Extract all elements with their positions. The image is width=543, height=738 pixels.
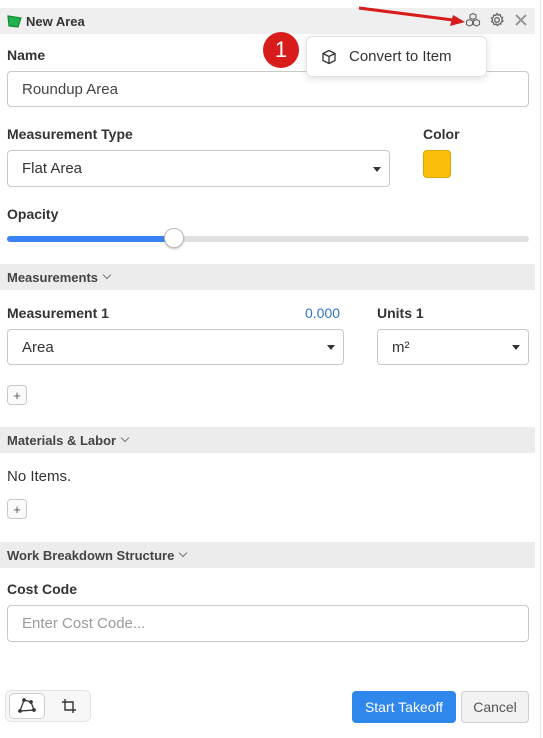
panel-title: New Area bbox=[26, 13, 85, 29]
polygon-tool-icon bbox=[18, 698, 36, 713]
crop-tool-icon bbox=[62, 699, 76, 713]
chevron-down-icon bbox=[179, 548, 188, 558]
convert-to-item-menu-item[interactable]: Convert to Item bbox=[349, 48, 452, 65]
opacity-slider-handle[interactable] bbox=[164, 228, 185, 248]
wbs-section-header[interactable]: Work Breakdown Structure bbox=[0, 542, 535, 568]
name-label: Name bbox=[7, 47, 46, 63]
section-title: Measurements bbox=[7, 269, 99, 285]
measurement-type-select[interactable]: Flat Area bbox=[7, 150, 390, 187]
measurement-1-label: Measurement 1 bbox=[7, 305, 109, 321]
close-icon[interactable] bbox=[513, 12, 529, 28]
measurement-1-select[interactable]: Area bbox=[7, 329, 344, 365]
measurement-1-type: Area bbox=[22, 338, 54, 356]
cube-icon bbox=[321, 48, 339, 66]
crop-tool-button[interactable] bbox=[51, 693, 87, 719]
cost-code-label: Cost Code bbox=[7, 581, 77, 597]
cancel-button[interactable]: Cancel bbox=[461, 691, 529, 723]
start-takeoff-button[interactable]: Start Takeoff bbox=[352, 691, 456, 723]
color-label: Color bbox=[423, 126, 460, 142]
measurement-type-value: Flat Area bbox=[22, 160, 83, 177]
cost-code-input[interactable]: Enter Cost Code... bbox=[7, 605, 529, 642]
tool-switcher bbox=[5, 690, 91, 722]
chevron-down-icon bbox=[102, 270, 112, 280]
units-1-label: Units 1 bbox=[377, 305, 424, 321]
opacity-slider[interactable] bbox=[7, 236, 529, 242]
section-title: Materials & Labor bbox=[7, 432, 117, 448]
measurement-type-label: Measurement Type bbox=[7, 126, 133, 142]
measurements-section-header[interactable]: Measurements bbox=[0, 264, 535, 290]
chevron-down-icon bbox=[373, 166, 381, 172]
area-editor-panel: New Area Name Roundup Area Measurement T… bbox=[0, 0, 541, 738]
opacity-slider-fill bbox=[7, 236, 175, 242]
no-items-text: No Items. bbox=[7, 468, 72, 485]
add-material-button[interactable]: + bbox=[7, 499, 27, 519]
chevron-down-icon bbox=[327, 345, 335, 350]
color-swatch[interactable] bbox=[423, 150, 451, 178]
polygon-area-icon bbox=[7, 14, 22, 28]
measurement-1-value: 0.000 bbox=[305, 305, 341, 321]
annotation-arrow-icon bbox=[358, 6, 465, 26]
units-1-value: m² bbox=[392, 338, 410, 356]
materials-section-header[interactable]: Materials & Labor bbox=[0, 427, 535, 453]
chevron-down-icon bbox=[120, 433, 130, 443]
step-badge: 1 bbox=[263, 32, 299, 68]
context-menu: Convert to Item bbox=[306, 36, 487, 77]
cost-code-placeholder: Enter Cost Code... bbox=[22, 615, 146, 632]
polygon-tool-button[interactable] bbox=[9, 693, 45, 719]
section-title: Work Breakdown Structure bbox=[7, 547, 175, 563]
chevron-down-icon bbox=[512, 345, 520, 350]
add-measurement-button[interactable]: + bbox=[7, 385, 27, 405]
gear-icon[interactable] bbox=[489, 12, 505, 28]
units-1-select[interactable]: m² bbox=[377, 329, 529, 365]
opacity-label: Opacity bbox=[7, 206, 59, 222]
